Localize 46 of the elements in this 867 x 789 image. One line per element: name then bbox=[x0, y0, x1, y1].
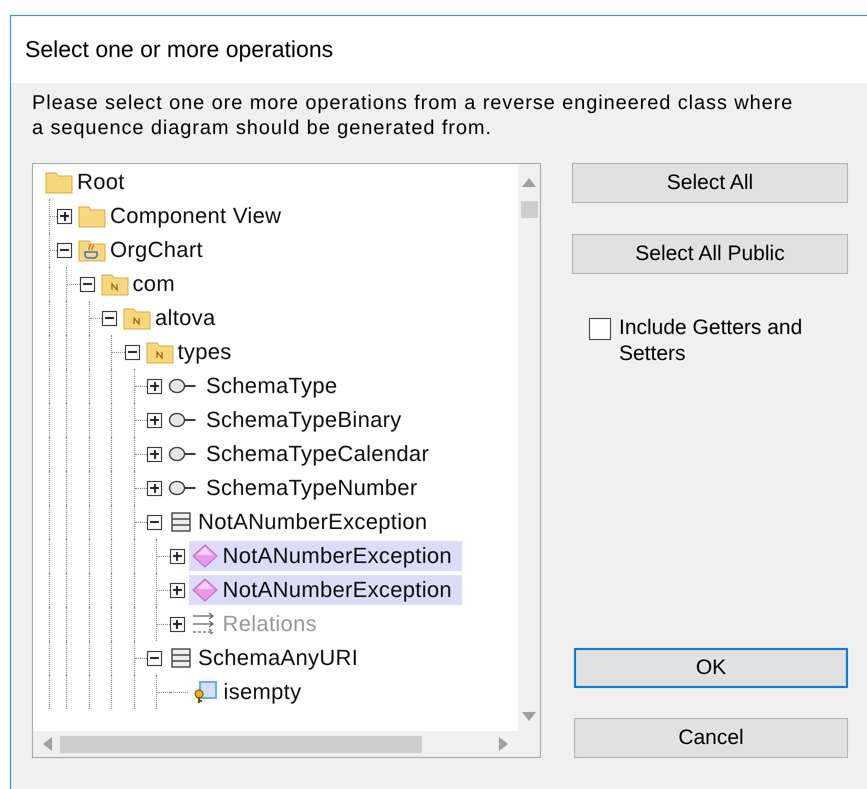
expand-toggle[interactable] bbox=[147, 412, 162, 428]
tree-item[interactable]: NotANumberException bbox=[188, 541, 462, 571]
select-button[interactable]: Select All bbox=[572, 163, 848, 203]
collapse-toggle[interactable] bbox=[80, 276, 94, 292]
tree-item[interactable]: SchemaType bbox=[166, 371, 348, 401]
tree-item[interactable]: SchemaAnyURI bbox=[166, 643, 368, 673]
diamond-icon bbox=[190, 577, 218, 603]
tree-item[interactable]: OrgChart bbox=[76, 235, 213, 265]
checkbox[interactable] bbox=[589, 318, 611, 340]
horizontal-scroll-thumb[interactable] bbox=[60, 736, 422, 752]
select-button[interactable]: Select All Public bbox=[572, 234, 848, 274]
tree-item[interactable]: SchemaTypeCalendar bbox=[166, 439, 440, 469]
namespace-folder-icon bbox=[146, 340, 174, 364]
diamond-icon bbox=[190, 543, 218, 569]
tree-item[interactable]: NotANumberException bbox=[166, 507, 438, 537]
tree-item[interactable]: altova bbox=[121, 303, 226, 333]
tree-item[interactable]: SchemaTypeBinary bbox=[166, 405, 412, 435]
instructions-text: Please select one ore more operations from a reverse engineered class where a sequence diagram should be generated from. bbox=[32, 91, 794, 141]
coffee-folder-icon bbox=[78, 238, 106, 262]
collapse-toggle[interactable] bbox=[147, 514, 162, 530]
collapse-toggle[interactable] bbox=[57, 242, 72, 258]
ok-button[interactable]: OK bbox=[574, 648, 848, 688]
key-operation-icon bbox=[192, 679, 220, 705]
tree-item[interactable]: isempty bbox=[190, 677, 312, 707]
tree-item[interactable]: NotANumberException bbox=[188, 575, 462, 605]
cancel-button[interactable]: Cancel bbox=[574, 718, 848, 758]
expand-toggle[interactable] bbox=[147, 446, 162, 462]
tree-item[interactable]: types bbox=[144, 337, 242, 367]
tree-item[interactable]: com bbox=[98, 269, 185, 299]
namespace-folder-icon bbox=[100, 272, 128, 296]
expand-toggle[interactable] bbox=[170, 582, 184, 598]
tree-item[interactable]: Component View bbox=[76, 201, 292, 231]
namespace-folder-icon bbox=[123, 306, 151, 330]
tree-item[interactable]: SchemaTypeNumber bbox=[166, 473, 428, 503]
collapse-toggle[interactable] bbox=[102, 310, 117, 326]
collapse-toggle[interactable] bbox=[147, 650, 162, 666]
expand-toggle[interactable] bbox=[147, 480, 162, 496]
checkbox-label[interactable]: Include Getters and Setters bbox=[619, 315, 834, 367]
expand-toggle[interactable] bbox=[147, 378, 162, 394]
folder-icon bbox=[78, 204, 106, 228]
expand-toggle[interactable] bbox=[57, 208, 72, 224]
collapse-toggle[interactable] bbox=[124, 344, 140, 360]
folder-icon bbox=[45, 170, 73, 194]
tree-item[interactable]: Root bbox=[43, 167, 135, 197]
vertical-scroll-thumb[interactable] bbox=[520, 201, 538, 218]
expand-toggle[interactable] bbox=[170, 548, 184, 564]
